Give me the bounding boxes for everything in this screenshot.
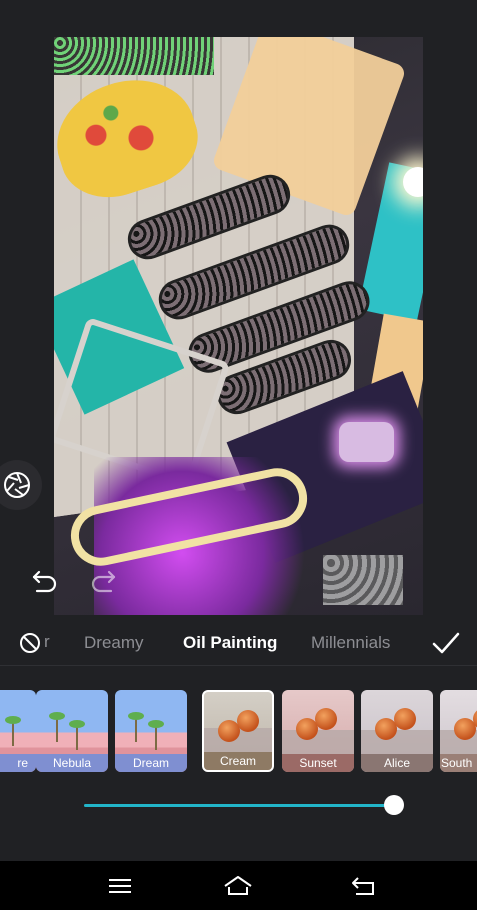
cloth-graphic [361, 730, 433, 754]
undo-button[interactable] [31, 568, 59, 594]
intensity-slider[interactable] [84, 795, 404, 815]
photo-grill [54, 37, 214, 75]
filter-thumb-alice[interactable]: Alice [361, 690, 433, 772]
palm-leaf [5, 716, 21, 724]
orange-graphic [315, 708, 337, 730]
filter-label: Sunset [282, 754, 354, 772]
filter-thumbnail-strip[interactable]: re Nebula Dream Cream Sunset Alice South [0, 690, 477, 774]
slider-handle[interactable] [384, 795, 404, 815]
orange-graphic [237, 710, 259, 732]
filter-label: South [440, 754, 477, 772]
tab-dreamy[interactable]: Dreamy [84, 633, 144, 653]
filter-label: Dream [115, 754, 187, 772]
filter-thumb-nebula[interactable]: Nebula [36, 690, 108, 772]
cloth-graphic [282, 730, 354, 754]
filter-thumb-dream[interactable]: Dream [115, 690, 187, 772]
undo-icon [32, 570, 57, 593]
system-navigation-bar [0, 861, 477, 910]
orange-graphic [394, 708, 416, 730]
photo-hex-tiles [323, 555, 403, 605]
tab-partial[interactable]: r [44, 632, 50, 652]
filter-label: Nebula [36, 754, 108, 772]
no-filter-icon[interactable] [19, 632, 41, 654]
filter-category-bar: r Dreamy Oil Painting Millennials [0, 620, 477, 666]
redo-button[interactable] [89, 568, 117, 594]
palm-leaf [49, 712, 65, 720]
filter-label: re [0, 754, 36, 772]
camera-button[interactable] [0, 460, 42, 510]
palm-leaf [148, 720, 164, 728]
filter-thumb-south[interactable]: South [440, 690, 477, 772]
filter-label: Cream [204, 752, 272, 770]
redo-icon [91, 570, 116, 593]
palm-leaf [128, 712, 144, 720]
filter-thumb-pure[interactable]: re [0, 690, 36, 772]
filter-label: Alice [361, 754, 433, 772]
filter-thumb-cream[interactable]: Cream [202, 690, 274, 772]
filter-thumb-sunset[interactable]: Sunset [282, 690, 354, 772]
back-icon[interactable] [349, 873, 379, 899]
palm-leaf [69, 720, 85, 728]
tab-oil-painting[interactable]: Oil Painting [183, 633, 277, 653]
home-icon[interactable] [223, 873, 253, 899]
photo-editor: r Dreamy Oil Painting Millennials re Neb… [0, 0, 477, 860]
slider-fill [84, 804, 394, 807]
menu-icon[interactable] [105, 873, 135, 899]
checkmark-icon[interactable] [431, 629, 461, 657]
photo-neon-sign [339, 422, 394, 462]
tab-millennials[interactable]: Millennials [311, 633, 390, 653]
shutter-icon [4, 472, 30, 498]
photo-preview[interactable] [54, 37, 423, 615]
